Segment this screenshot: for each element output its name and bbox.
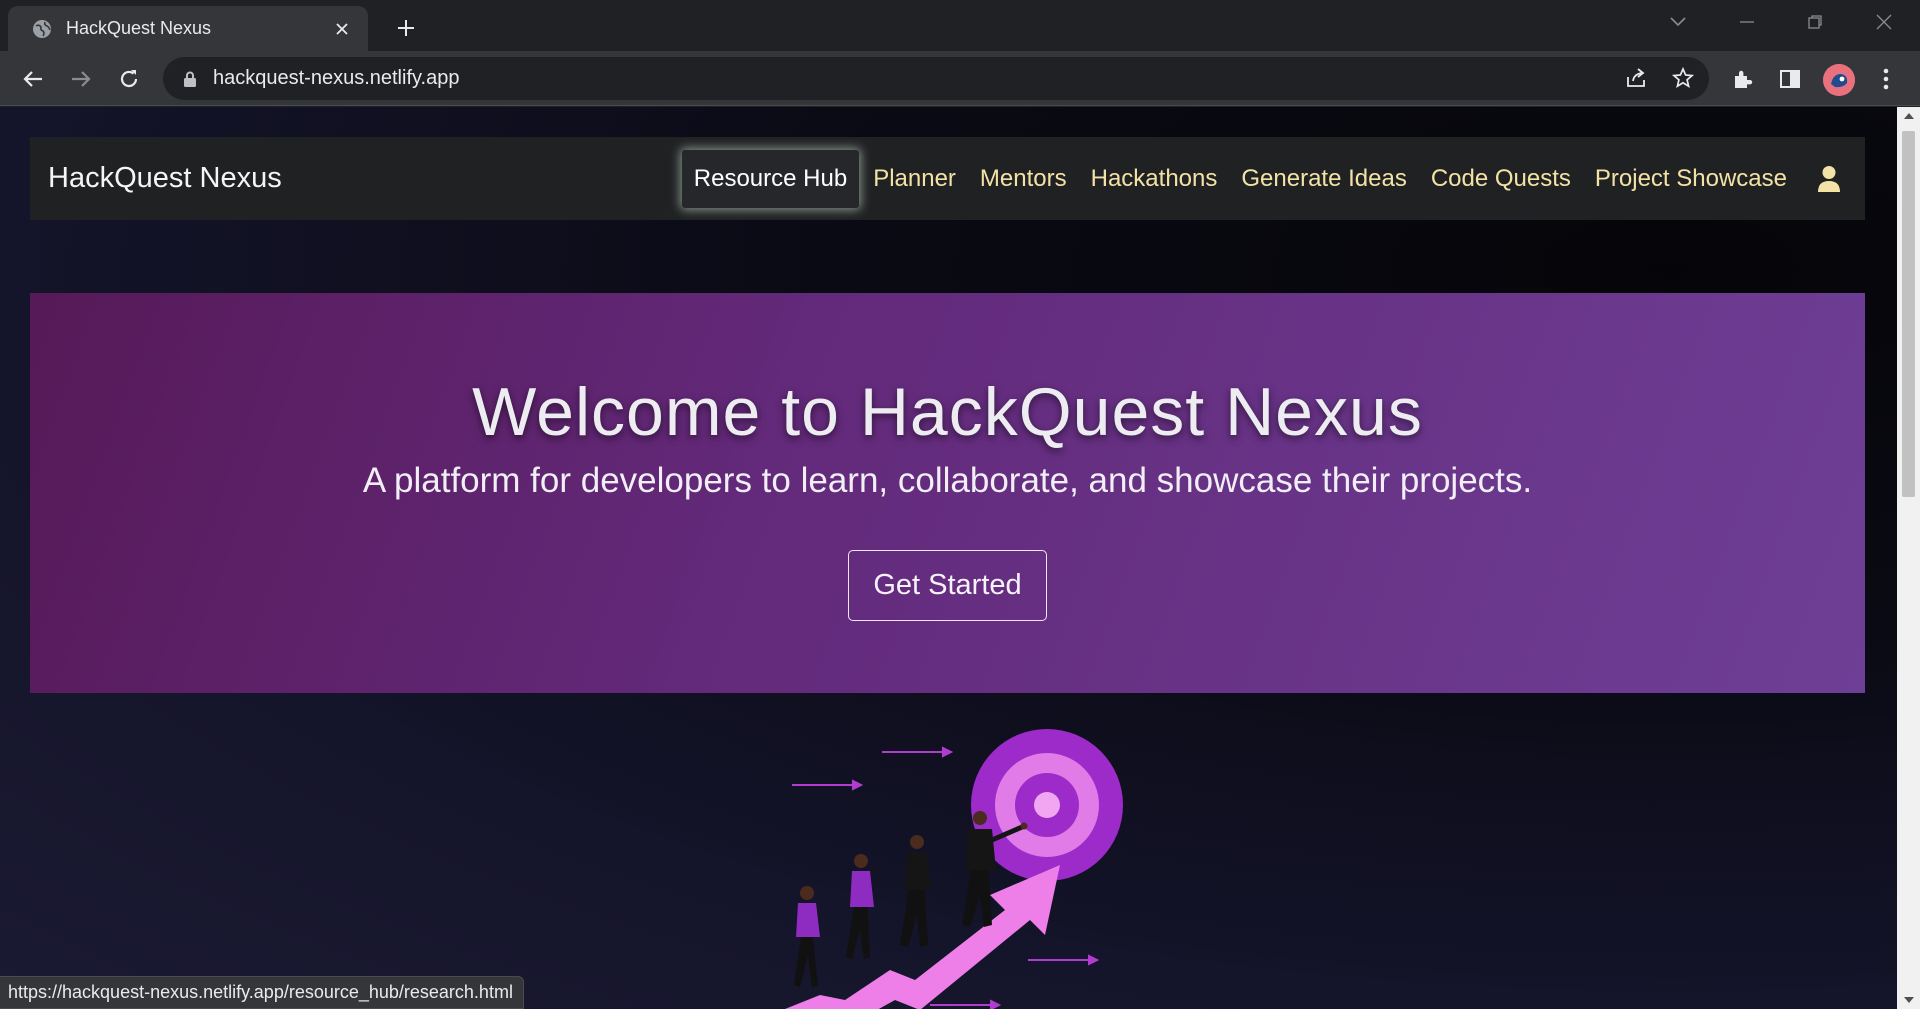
user-icon[interactable] <box>1811 161 1847 197</box>
reload-icon[interactable] <box>112 62 146 96</box>
link-status-bar: https://hackquest-nexus.netlify.app/reso… <box>0 976 524 1009</box>
brand-logo-text[interactable]: HackQuest Nexus <box>48 162 682 195</box>
share-icon[interactable] <box>1621 63 1651 93</box>
browser-toolbar: hackquest-nexus.netlify.app <box>0 51 1920 106</box>
tab-title: HackQuest Nexus <box>66 18 212 38</box>
profile-avatar[interactable] <box>1823 64 1855 96</box>
nav-link-generate-ideas[interactable]: Generate Ideas <box>1229 150 1418 208</box>
nav-link-resource-hub[interactable]: Resource Hub <box>681 149 860 208</box>
nav-link-planner[interactable]: Planner <box>861 150 968 208</box>
back-icon[interactable] <box>16 62 50 96</box>
extensions-icon[interactable] <box>1726 62 1760 96</box>
globe-icon <box>32 19 52 39</box>
team-climbing-illustration <box>760 725 1140 1009</box>
page-scrollbar[interactable] <box>1897 107 1920 1009</box>
bookmark-star-icon[interactable] <box>1668 63 1698 93</box>
scroll-down-arrow-icon[interactable] <box>1897 991 1920 1009</box>
nav-link-project-showcase[interactable]: Project Showcase <box>1583 150 1799 208</box>
nav-link-code-quests[interactable]: Code Quests <box>1419 150 1583 208</box>
tab-strip: HackQuest Nexus <box>0 0 1920 51</box>
new-tab-icon[interactable] <box>390 12 422 44</box>
page-viewport: HackQuest Nexus Resource Hub Planner Men… <box>0 107 1897 1009</box>
url-text: hackquest-nexus.netlify.app <box>213 67 460 89</box>
nav-link-hackathons[interactable]: Hackathons <box>1079 150 1230 208</box>
minimize-icon[interactable] <box>1727 8 1767 36</box>
nav-link-mentors[interactable]: Mentors <box>968 150 1079 208</box>
close-tab-icon[interactable] <box>330 17 354 41</box>
hero-banner: Welcome to HackQuest Nexus A platform fo… <box>30 293 1865 693</box>
lock-icon[interactable] <box>181 70 199 88</box>
site-navbar: HackQuest Nexus Resource Hub Planner Men… <box>30 137 1865 220</box>
nav-links: Resource Hub Planner Mentors Hackathons … <box>681 137 1847 220</box>
forward-icon[interactable] <box>64 62 98 96</box>
hero-subtitle: A platform for developers to learn, coll… <box>362 461 1533 500</box>
get-started-button[interactable]: Get Started <box>848 550 1047 621</box>
menu-kebab-icon[interactable] <box>1869 62 1903 96</box>
scrollbar-thumb[interactable] <box>1902 131 1915 497</box>
browser-tab[interactable]: HackQuest Nexus <box>8 6 368 51</box>
restore-icon[interactable] <box>1795 8 1835 36</box>
tab-search-icon[interactable] <box>1658 8 1698 36</box>
scroll-up-arrow-icon[interactable] <box>1897 107 1920 125</box>
hero-title: Welcome to HackQuest Nexus <box>472 374 1423 450</box>
side-panel-icon[interactable] <box>1773 62 1807 96</box>
address-bar[interactable]: hackquest-nexus.netlify.app <box>163 57 1709 100</box>
close-window-icon[interactable] <box>1864 8 1904 36</box>
